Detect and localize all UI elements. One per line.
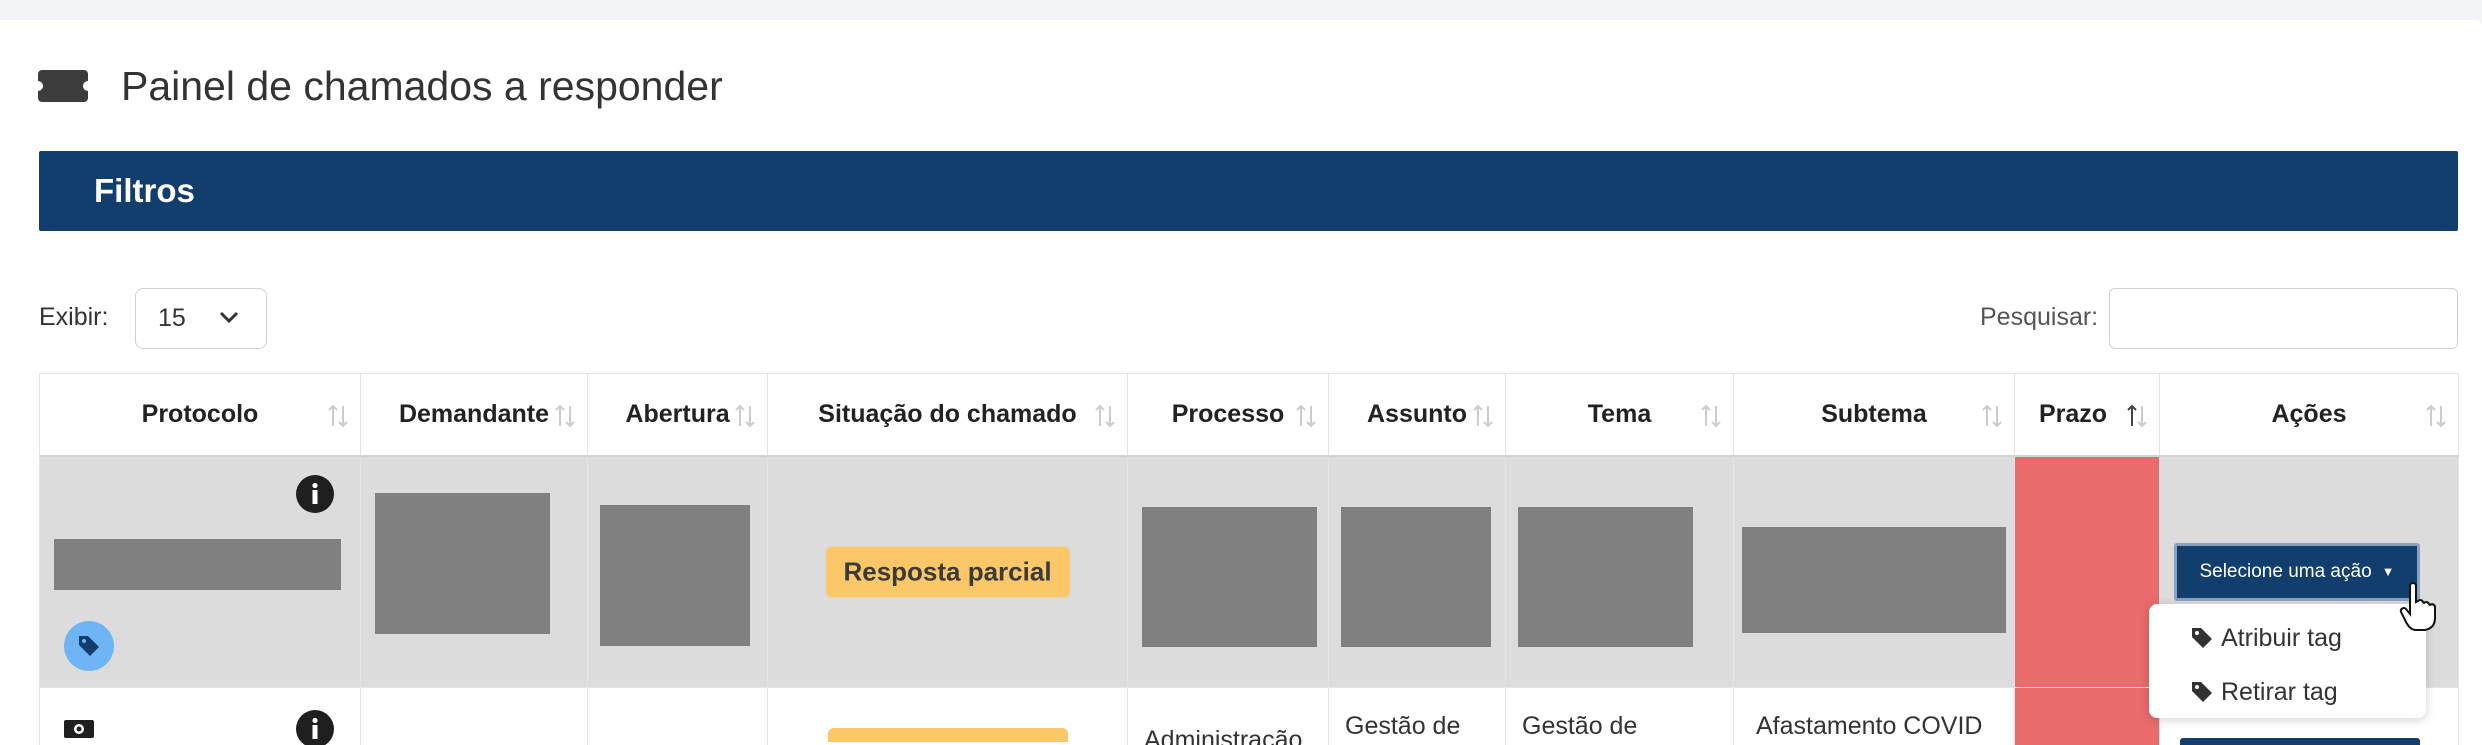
column-header-acoes[interactable]: Ações [2159, 373, 2459, 457]
column-header-demandante[interactable]: Demandante [360, 373, 588, 457]
tag-indicator[interactable] [64, 620, 114, 671]
redacted-demandante [375, 492, 550, 634]
redacted-tema [1518, 506, 1693, 647]
menu-item-atribuir-tag[interactable]: Atribuir tag [2191, 618, 2342, 658]
page-title: Painel de chamados a responder [121, 62, 723, 109]
table-row[interactable]: Administração Gestão de Gestão de Afasta… [39, 687, 2459, 745]
column-header-situacao[interactable]: Situação do chamado [767, 373, 1128, 457]
cell-situacao: Resposta parcial [767, 455, 1128, 688]
cell-abertura [587, 455, 768, 688]
sort-icon [1701, 404, 1721, 428]
cell-assunto: Gestão de [1328, 687, 1506, 745]
column-header-processo[interactable]: Processo [1127, 373, 1329, 457]
action-dropdown-menu: Atribuir tag Retirar tag [2149, 604, 2426, 718]
menu-item-label: Atribuir tag [2221, 623, 2342, 652]
sort-icon [555, 404, 575, 428]
cell-abertura [587, 687, 768, 745]
info-icon[interactable] [296, 474, 334, 513]
cell-protocolo [39, 687, 361, 745]
column-header-protocolo[interactable]: Protocolo [39, 373, 361, 457]
cell-subtema: Afastamento COVID [1733, 687, 2015, 745]
tickets-table: Protocolo Demandante Abertura Situação d… [39, 373, 2459, 745]
sort-icon [328, 404, 348, 428]
column-header-abertura[interactable]: Abertura [587, 373, 768, 457]
cell-tema [1505, 455, 1734, 688]
select-action-button[interactable] [2180, 738, 2420, 745]
column-header-prazo[interactable]: Prazo [2014, 373, 2160, 457]
ticket-icon [38, 70, 88, 102]
menu-item-label: Retirar tag [2221, 677, 2338, 706]
info-icon[interactable] [296, 710, 334, 745]
table-row[interactable]: Resposta parcial Selecione uma ação ▼ [39, 455, 2459, 688]
cell-assunto [1328, 455, 1506, 688]
tag-icon [2192, 628, 2212, 648]
search-input[interactable] [2109, 288, 2458, 349]
subtema-text: Afastamento COVID [1756, 712, 1983, 740]
filters-toggle[interactable]: Filtros [39, 151, 2458, 231]
page-length-label: Exibir: [39, 303, 109, 331]
chevron-down-icon [219, 311, 239, 324]
filters-label: Filtros [94, 172, 195, 209]
processo-text: Administração [1144, 726, 1303, 745]
cell-situacao [767, 687, 1128, 745]
tag-icon [2192, 682, 2212, 702]
table-header-row: Protocolo Demandante Abertura Situação d… [39, 373, 2459, 457]
cell-demandante [360, 687, 588, 745]
sort-icon [2426, 404, 2446, 428]
sort-icon [1095, 404, 1115, 428]
sort-icon [1473, 404, 1493, 428]
cell-subtema [1733, 455, 2015, 688]
menu-item-retirar-tag[interactable]: Retirar tag [2191, 672, 2338, 712]
tema-text: Gestão de [1522, 712, 1638, 740]
cell-processo [1127, 455, 1329, 688]
page-length-value: 15 [158, 304, 186, 332]
cell-prazo [2014, 455, 2160, 688]
select-action-button[interactable]: Selecione uma ação ▼ [2174, 542, 2420, 601]
page-header: Painel de chamados a responder [38, 46, 723, 126]
sort-icon [1982, 404, 2002, 428]
select-action-label: Selecione uma ação [2199, 560, 2372, 582]
cell-tema: Gestão de [1505, 687, 1734, 745]
redacted-abertura [600, 504, 750, 646]
hand-cursor-icon [2399, 582, 2436, 631]
money-icon [64, 720, 94, 738]
cell-prazo [2014, 687, 2160, 745]
search-label: Pesquisar: [1980, 303, 2099, 331]
caret-down-icon: ▼ [2381, 564, 2395, 579]
column-header-tema[interactable]: Tema [1505, 373, 1734, 457]
status-badge [828, 728, 1068, 742]
column-header-subtema[interactable]: Subtema [1733, 373, 2015, 457]
cell-processo: Administração [1127, 687, 1329, 745]
page-length-select[interactable]: 15 [135, 288, 267, 349]
column-header-assunto[interactable]: Assunto [1328, 373, 1506, 457]
redacted-assunto [1341, 506, 1491, 647]
status-badge: Resposta parcial [825, 546, 1070, 598]
sort-icon [1296, 404, 1316, 428]
cell-demandante [360, 455, 588, 688]
assunto-text: Gestão de [1345, 712, 1461, 740]
redacted-protocol [54, 538, 341, 590]
tag-icon [79, 635, 99, 656]
redacted-subtema [1742, 526, 2006, 633]
sort-icon [735, 404, 755, 428]
redacted-processo [1142, 506, 1317, 647]
cell-protocolo [39, 455, 361, 688]
sort-ascending-icon [2127, 404, 2147, 428]
